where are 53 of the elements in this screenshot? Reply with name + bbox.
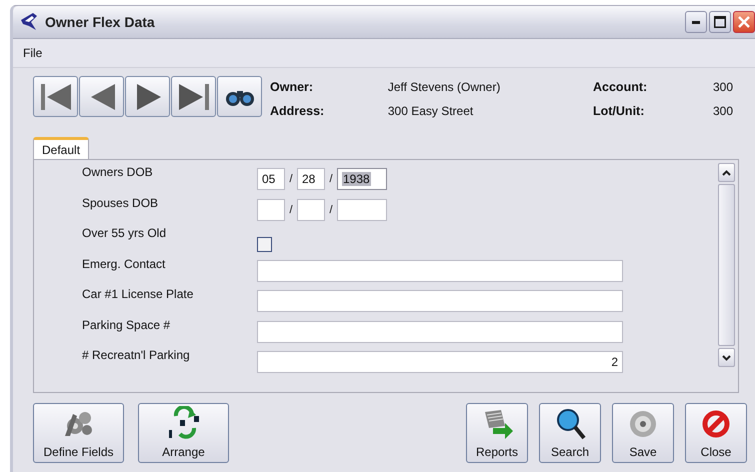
chevron-down-icon [722,354,731,360]
field-label: Parking Space # [81,316,172,332]
maximize-button[interactable] [709,11,731,33]
close-button[interactable] [733,11,755,33]
field-value: 300 [712,80,733,94]
minimize-button[interactable] [685,11,707,33]
last-button[interactable] [171,76,216,117]
toolbar-button[interactable]: Save [612,403,674,463]
app-icon [19,12,39,32]
field-label: Account: [593,80,648,94]
field-value: 300 Easy Street [388,104,474,118]
toolbar-button[interactable]: Reports [466,403,528,463]
field-label: Over 55 yrs Old [81,225,168,240]
date-input[interactable]: 28 [297,168,325,190]
input-field[interactable] [257,260,623,282]
window-title: Owner Flex Data [45,14,156,30]
field-value: Jeff Stevens (Owner) [388,80,502,94]
field-label: Owners DOB [81,164,154,179]
input-field[interactable] [257,320,623,343]
field-label: Owner: [270,80,314,94]
next-button[interactable] [125,76,170,117]
find-button[interactable] [217,76,262,117]
date-input[interactable]: 05 [257,168,285,190]
field-label: Spouses DOB [81,194,160,210]
date-separator: / [328,173,334,186]
date-input[interactable] [297,198,325,221]
field-label: Address: [270,104,326,118]
date-separator: / [288,173,294,186]
date-input[interactable] [257,198,285,221]
checkbox[interactable] [257,236,272,252]
tab[interactable]: Default [33,137,90,159]
maximize-icon [714,16,726,28]
toolbar-button[interactable]: Close [685,403,747,463]
menu-item[interactable]: File [21,46,44,60]
date-input[interactable] [337,198,387,221]
field-label: # Recreatn'l Parking [81,347,191,362]
input-field[interactable] [257,290,623,312]
date-separator: / [328,204,334,216]
field-value: 300 [712,104,733,118]
field-label: Lot/Unit: [593,104,646,118]
input-field[interactable]: 2 [257,351,623,374]
field-label: Car #1 License Plate [81,286,194,301]
chevron-up-icon [722,170,731,176]
toolbar-button[interactable]: Define Fields [33,403,124,463]
toolbar-button[interactable]: Arrange [138,403,229,463]
prev-button[interactable] [79,76,124,117]
first-button[interactable] [33,76,78,117]
close-icon [738,16,750,28]
date-input[interactable]: 1938 [337,168,387,190]
field-label: Emerg. Contact [81,256,166,270]
minimize-icon [692,20,700,24]
date-separator: / [288,204,294,216]
toolbar-button[interactable]: Search [539,403,601,463]
